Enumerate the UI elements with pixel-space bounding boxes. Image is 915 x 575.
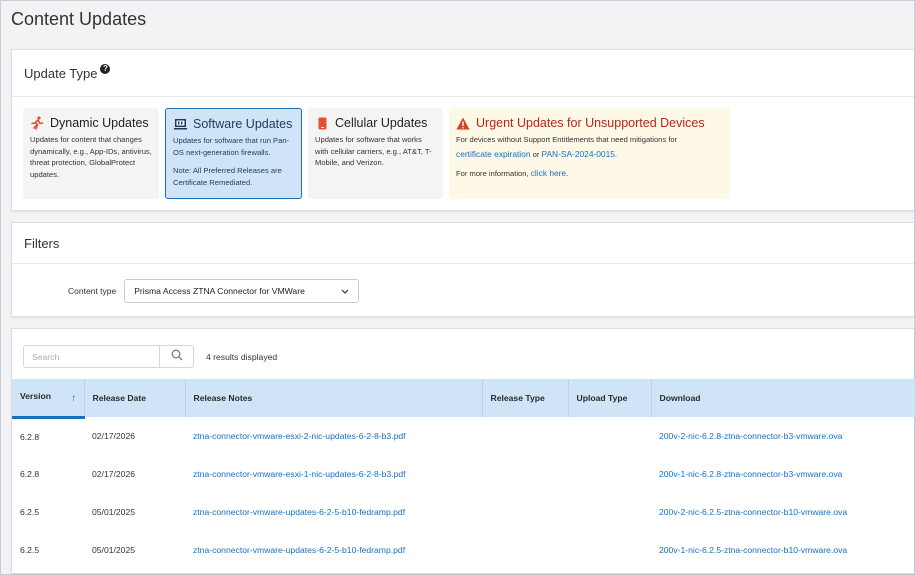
tile-cellular-updates[interactable]: Cellular Updates Updates for software th… xyxy=(308,108,443,199)
table-header-row: Version ↑ Release Date Release Notes Rele… xyxy=(12,379,915,419)
update-type-title: Update Type xyxy=(24,65,98,81)
cell-version: 6.2.8 xyxy=(20,469,40,479)
table-row: 6.2.5 05/01/2025 ztna-connector-vmware-u… xyxy=(12,493,915,531)
column-header-upload-type[interactable]: Upload Type xyxy=(568,379,652,417)
content-type-filter: Content type Prisma Access ZTNA Connecto… xyxy=(68,279,360,303)
more-info-text: For more information, xyxy=(456,169,529,178)
tile-title: Software Updates xyxy=(193,117,293,131)
column-header-download[interactable]: Download xyxy=(651,379,915,417)
table-row: 6.2.5 05/01/2025 ztna-connector-vmware-u… xyxy=(12,531,915,569)
warning-icon xyxy=(456,116,470,130)
cell-version: 6.2.5 xyxy=(20,545,40,555)
search-button[interactable] xyxy=(159,346,193,367)
content-type-label: Content type xyxy=(68,286,117,296)
running-person-icon xyxy=(30,116,44,130)
table-row: 6.2.8 02/17/2026 ztna-connector-vmware-e… xyxy=(12,417,915,455)
update-type-header: Update Type ? xyxy=(12,50,914,97)
cell-upload-type xyxy=(568,531,651,569)
urgent-desc-text: For devices without Support Entitlements… xyxy=(456,135,678,144)
release-notes-link[interactable]: ztna-connector-vmware-esxi-1-nic-updates… xyxy=(193,469,406,479)
page-title: Content Updates xyxy=(11,9,147,29)
download-link[interactable]: 200v-2-nic-6.2.8-ztna-connector-b3-vmwar… xyxy=(659,431,842,441)
cell-release-type xyxy=(482,493,568,531)
cell-release-type xyxy=(482,417,568,455)
question-icon[interactable]: ? xyxy=(100,64,111,74)
results-table: Version ↑ Release Date Release Notes Rele… xyxy=(12,379,915,569)
cell-upload-type xyxy=(568,417,651,455)
arrow-up-icon[interactable]: ↑ xyxy=(71,393,76,404)
certificate-expiration-link[interactable]: certificate expiration xyxy=(456,149,530,159)
tile-description: Updates for content that changes dynamic… xyxy=(30,135,152,179)
cell-date: 05/01/2025 xyxy=(92,507,136,517)
search-icon xyxy=(171,348,183,366)
pan-sa-link[interactable]: PAN-SA-2024-0015 xyxy=(542,149,615,159)
table-row: 6.2.8 02/17/2026 ztna-connector-vmware-e… xyxy=(12,455,915,493)
cell-date: 05/01/2025 xyxy=(92,545,136,555)
search-box xyxy=(23,345,194,368)
content-type-select[interactable]: Prisma Access ZTNA Connector for VMWare xyxy=(124,279,360,303)
search-input[interactable] xyxy=(24,346,159,367)
column-header-release-date[interactable]: Release Date xyxy=(84,379,186,417)
tile-title: Urgent Updates for Unsupported Devices xyxy=(476,116,705,130)
download-link[interactable]: 200v-1-nic-6.2.8-ztna-connector-b3-vmwar… xyxy=(659,469,842,479)
content-type-value: Prisma Access ZTNA Connector for VMWare xyxy=(134,286,305,296)
filters-card: Filters Content type Prisma Access ZTNA … xyxy=(11,222,914,317)
tile-title: Dynamic Updates xyxy=(50,116,149,130)
column-header-release-notes[interactable]: Release Notes xyxy=(185,379,483,417)
cell-release-type xyxy=(482,455,568,493)
tile-software-updates[interactable]: Software Updates Updates for software th… xyxy=(165,108,302,199)
column-header-version[interactable]: Version ↑ xyxy=(12,379,85,419)
results-card: 4 results displayed Version↑ Release Dat… xyxy=(11,328,915,574)
cell-date: 02/17/2026 xyxy=(92,431,136,441)
or-text: or xyxy=(532,149,540,159)
download-link[interactable]: 200v-2-nic-6.2.5-ztna-connector-b10-vmwa… xyxy=(659,507,847,517)
tile-description: Updates for software that run Pan-OS nex… xyxy=(173,136,290,157)
tile-urgent-updates[interactable]: Urgent Updates for Unsupported Devices F… xyxy=(449,108,730,199)
update-type-card: Update Type ? Dynamic Updates Updates fo… xyxy=(11,49,914,211)
release-notes-link[interactable]: ztna-connector-vmware-esxi-2-nic-updates… xyxy=(193,431,406,441)
filters-title: Filters xyxy=(24,235,60,251)
cell-release-type xyxy=(482,531,568,569)
release-notes-link[interactable]: ztna-connector-vmware-updates-6-2-5-b10-… xyxy=(193,507,405,517)
urgent-description: For devices without Support Entitlements… xyxy=(456,134,723,180)
chevron-down-icon xyxy=(341,286,349,296)
click-here-link[interactable]: click here xyxy=(531,168,566,178)
cell-version: 6.2.8 xyxy=(20,431,40,442)
period-text: . xyxy=(614,149,618,159)
tile-title: Cellular Updates xyxy=(335,116,428,130)
result-count: 4 results displayed xyxy=(206,351,278,362)
tile-note: Note: All Preferred Releases are Certifi… xyxy=(173,166,282,187)
period-text: . xyxy=(566,169,569,178)
tile-dynamic-updates[interactable]: Dynamic Updates Updates for content that… xyxy=(23,108,159,199)
phone-icon xyxy=(315,116,329,130)
cell-date: 02/17/2026 xyxy=(92,469,136,479)
download-link[interactable]: 200v-1-nic-6.2.5-ztna-connector-b10-vmwa… xyxy=(659,545,847,555)
release-notes-link[interactable]: ztna-connector-vmware-updates-6-2-5-b10-… xyxy=(193,545,405,555)
cell-upload-type xyxy=(568,493,651,531)
cell-version: 6.2.5 xyxy=(20,507,40,517)
cell-upload-type xyxy=(568,455,651,493)
filters-header: Filters xyxy=(12,223,914,264)
tile-description: Updates for software that works with cel… xyxy=(315,135,432,167)
column-header-release-type[interactable]: Release Type xyxy=(482,379,569,417)
search-row: 4 results displayed xyxy=(23,345,277,368)
firewall-chip-icon xyxy=(173,117,187,131)
